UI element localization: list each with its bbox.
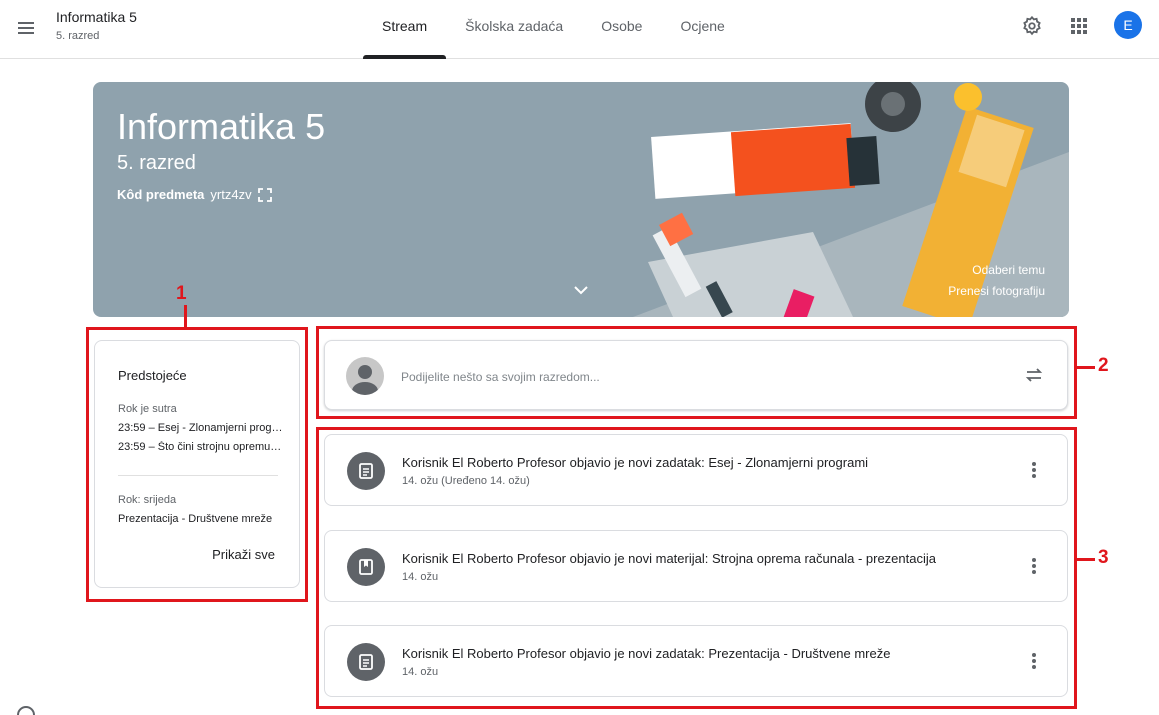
banner-title: Informatika 5 <box>117 106 326 147</box>
fullscreen-icon[interactable] <box>257 187 272 202</box>
annotation-number-2: 2 <box>1098 355 1109 376</box>
class-title[interactable]: Informatika 5 <box>56 9 137 25</box>
menu-icon[interactable] <box>14 16 38 40</box>
upload-photo-link[interactable]: Prenesi fotografiju <box>948 284 1045 298</box>
class-code-label: Kôd predmeta <box>117 187 205 202</box>
annotation-number-1: 1 <box>176 283 187 304</box>
chevron-down-icon[interactable] <box>572 284 590 296</box>
top-app-bar: Informatika 5 5. razred Stream Školska z… <box>0 0 1159 59</box>
class-subtitle: 5. razred <box>56 30 100 42</box>
class-code-value: yrtz4zv <box>210 187 252 202</box>
annotation-leader-1 <box>184 305 187 327</box>
tab-bar: Stream Školska zadaća Osobe Ocjene <box>363 0 744 59</box>
class-banner: Informatika 5 5. razred Kôd predmeta yrt… <box>93 82 1069 317</box>
tab-grades[interactable]: Ocjene <box>661 0 743 59</box>
annotation-leader-3 <box>1077 558 1095 561</box>
class-code: Kôd predmeta yrtz4zv <box>117 187 272 202</box>
banner-subtitle: 5. razred <box>117 152 196 174</box>
gear-icon[interactable] <box>1021 15 1043 37</box>
annotation-box-1 <box>86 327 308 602</box>
tab-people[interactable]: Osobe <box>582 0 661 59</box>
tab-classwork[interactable]: Školska zadaća <box>446 0 582 59</box>
apps-grid-icon[interactable] <box>1069 16 1089 36</box>
tab-stream[interactable]: Stream <box>363 0 447 59</box>
annotation-number-3: 3 <box>1098 547 1109 568</box>
account-avatar[interactable]: E <box>1114 11 1142 39</box>
annotation-box-2 <box>316 326 1077 419</box>
select-theme-link[interactable]: Odaberi temu <box>972 263 1045 277</box>
annotation-box-3 <box>316 427 1077 709</box>
help-icon[interactable] <box>17 706 35 715</box>
annotation-leader-2 <box>1077 366 1095 369</box>
